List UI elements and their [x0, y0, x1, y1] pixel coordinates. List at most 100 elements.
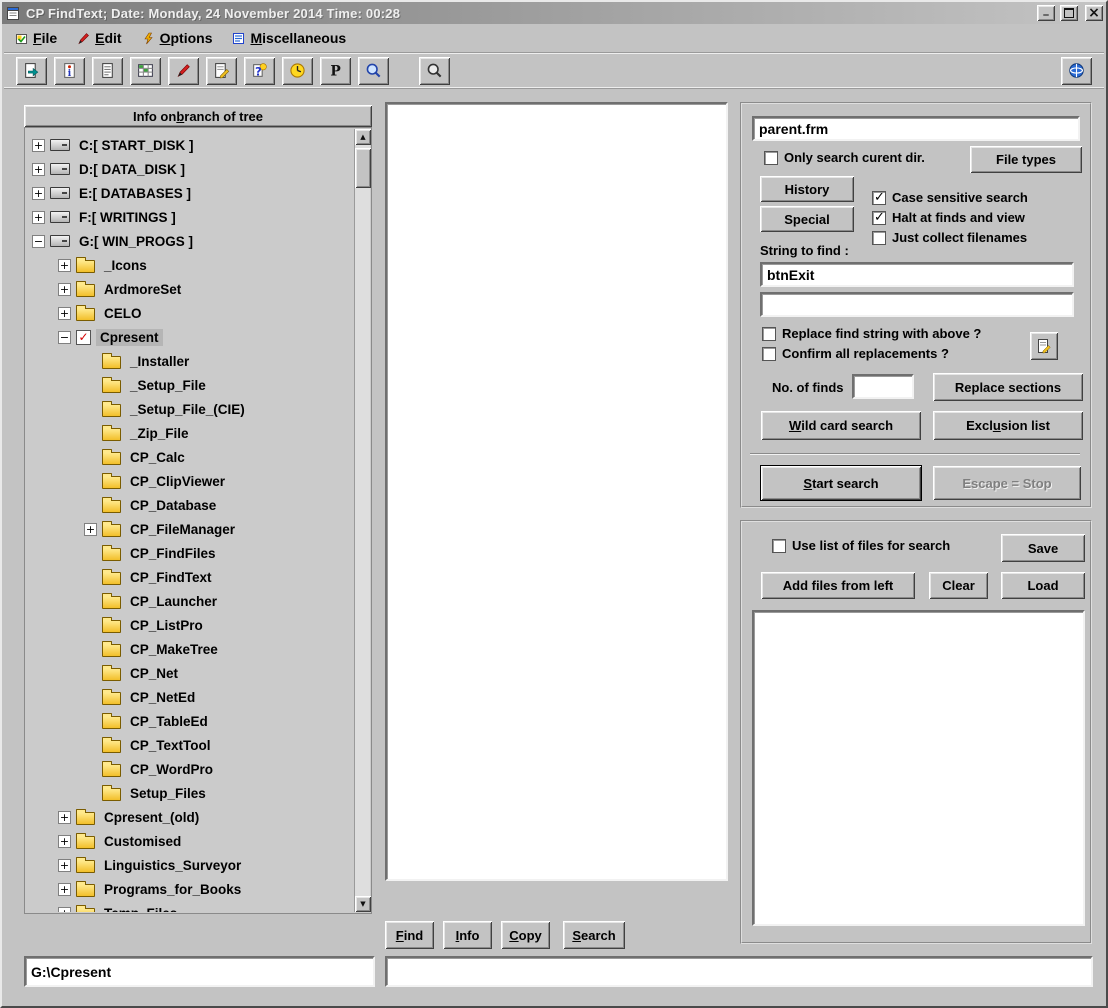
grid-button[interactable] [130, 57, 161, 85]
tree-item-label[interactable]: Programs_for_Books [100, 881, 245, 898]
just-collect-checkbox[interactable]: Just collect filenames [872, 230, 1027, 245]
tree-item[interactable]: + Cpresent_(old) [26, 805, 354, 829]
only-search-current-checkbox[interactable]: Only search curent dir. [764, 150, 925, 165]
expand-icon[interactable]: + [32, 139, 45, 152]
collapse-icon[interactable]: − [58, 331, 71, 344]
expand-icon[interactable]: + [58, 307, 71, 320]
scroll-up-icon[interactable] [355, 129, 371, 145]
tree-item-label[interactable]: CP_ListPro [126, 617, 207, 634]
file-types-button[interactable]: File types [970, 146, 1082, 173]
history-button[interactable]: History [760, 176, 854, 202]
tree[interactable]: + C:[ START_DISK ] + D:[ DATA_DISK ] + E:[ DA… [26, 129, 354, 912]
expand-icon[interactable]: + [58, 859, 71, 872]
tree-item[interactable]: + CELO [26, 301, 354, 325]
checkbox-box[interactable] [872, 211, 886, 225]
tree-item-label[interactable]: CP_ClipViewer [126, 473, 229, 490]
search-button-toolbar[interactable] [419, 57, 450, 85]
tree-item[interactable]: +ArdmoreSet [26, 277, 354, 301]
tree-item[interactable]: CP_Calc [26, 445, 354, 469]
confirm-replacements-checkbox[interactable]: Confirm all replacements ? [762, 346, 949, 361]
tree-item-label[interactable]: _Zip_File [126, 425, 193, 442]
clear-button[interactable]: Clear [929, 572, 988, 599]
status-message-field[interactable] [385, 956, 1093, 987]
tree-item[interactable]: + F:[ WRITINGS ] [26, 205, 354, 229]
expand-icon[interactable]: + [58, 811, 71, 824]
expand-icon[interactable]: + [32, 187, 45, 200]
tree-item[interactable]: CP_Launcher [26, 589, 354, 613]
tree-item-label[interactable]: Cpresent_(old) [100, 809, 203, 826]
add-files-from-left-button[interactable]: Add files from left [761, 572, 915, 599]
tree-item-label[interactable]: CP_FileManager [126, 521, 239, 538]
expand-icon[interactable]: + [32, 211, 45, 224]
zoom-button[interactable] [358, 57, 389, 85]
tree-item-label[interactable]: Customised [100, 833, 185, 850]
tree-item[interactable]: CP_WordPro [26, 757, 354, 781]
save-button[interactable]: Save [1001, 534, 1085, 562]
expand-icon[interactable]: + [58, 259, 71, 272]
checkbox-box[interactable] [872, 191, 886, 205]
tree-item-label[interactable]: Cpresent [96, 329, 163, 346]
wild-card-search-button[interactable]: Wild card search [761, 411, 921, 440]
tree-item[interactable]: CP_FindText [26, 565, 354, 589]
tree-item-label[interactable]: C:[ START_DISK ] [75, 137, 198, 154]
tree-item-label[interactable]: _Installer [126, 353, 193, 370]
expand-icon[interactable]: + [58, 883, 71, 896]
expand-icon[interactable]: + [84, 523, 97, 536]
tree-item[interactable]: CP_MakeTree [26, 637, 354, 661]
tree-item[interactable]: _Installer [26, 349, 354, 373]
no-of-finds-input[interactable] [852, 374, 914, 399]
clock-button[interactable] [282, 57, 313, 85]
tree-item[interactable]: _Zip_File [26, 421, 354, 445]
tree-item-label[interactable]: CP_TextTool [126, 737, 215, 754]
checkbox-box[interactable] [762, 327, 776, 341]
copy-button[interactable]: Copy [501, 921, 550, 949]
tree-item-label[interactable]: CELO [100, 305, 146, 322]
edit-page-button[interactable] [206, 57, 237, 85]
tree-item-label[interactable]: F:[ WRITINGS ] [75, 209, 180, 226]
tree-item[interactable]: _Setup_File_(CIE) [26, 397, 354, 421]
current-path-field[interactable] [24, 956, 375, 987]
tree-item-label[interactable]: CP_Launcher [126, 593, 221, 610]
scroll-down-icon[interactable] [355, 896, 371, 912]
case-sensitive-checkbox[interactable]: Case sensitive search [872, 190, 1028, 205]
tree-item-label[interactable]: Linguistics_Surveyor [100, 857, 245, 874]
tree-item[interactable]: + E:[ DATABASES ] [26, 181, 354, 205]
halt-at-finds-checkbox[interactable]: Halt at finds and view [872, 210, 1025, 225]
tree-item-label[interactable]: D:[ DATA_DISK ] [75, 161, 189, 178]
tree-item[interactable]: _Setup_File [26, 373, 354, 397]
tree-item-label[interactable]: G:[ WIN_PROGS ] [75, 233, 197, 250]
results-listbox[interactable] [385, 102, 728, 881]
expand-icon[interactable]: + [58, 835, 71, 848]
scrollbar-thumb[interactable] [355, 148, 371, 188]
collapse-icon[interactable]: − [32, 235, 45, 248]
tree-item[interactable]: CP_ClipViewer [26, 469, 354, 493]
tree-item-label[interactable]: ArdmoreSet [100, 281, 185, 298]
tree-item-label[interactable]: CP_TableEd [126, 713, 212, 730]
checkbox-box[interactable] [764, 151, 778, 165]
file-listbox[interactable] [752, 610, 1085, 926]
tree-item-label[interactable]: _Icons [100, 257, 151, 274]
print-button[interactable]: P [320, 57, 351, 85]
replace-find-string-checkbox[interactable]: Replace find string with above ? [762, 326, 981, 341]
minimize-button[interactable] [1037, 5, 1055, 21]
tree-item-label[interactable]: E:[ DATABASES ] [75, 185, 195, 202]
tree-item-label[interactable]: Temp_Files [100, 905, 181, 913]
tree-item-label[interactable]: _Setup_File_(CIE) [126, 401, 249, 418]
menu-miscellaneous[interactable]: Miscellaneous [227, 28, 355, 48]
tree-item-label[interactable]: CP_WordPro [126, 761, 217, 778]
menu-file[interactable]: File [10, 28, 66, 48]
special-button[interactable]: Special [760, 206, 854, 232]
tree-item[interactable]: +Temp_Files [26, 901, 354, 912]
tree-item-label[interactable]: _Setup_File [126, 377, 210, 394]
find-string-input[interactable] [760, 262, 1074, 287]
replace-string-input[interactable] [760, 292, 1074, 317]
tree-item[interactable]: − G:[ WIN_PROGS ] [26, 229, 354, 253]
exclusion-list-button[interactable]: Exclusion list [933, 411, 1083, 440]
menu-edit[interactable]: Edit [72, 28, 130, 48]
tree-item[interactable]: −✓Cpresent [26, 325, 354, 349]
filename-pattern-input[interactable] [752, 116, 1080, 141]
maximize-button[interactable] [1060, 5, 1078, 21]
checkbox-box[interactable] [762, 347, 776, 361]
tree-scrollbar[interactable] [354, 129, 370, 912]
open-file-button[interactable] [16, 57, 47, 85]
